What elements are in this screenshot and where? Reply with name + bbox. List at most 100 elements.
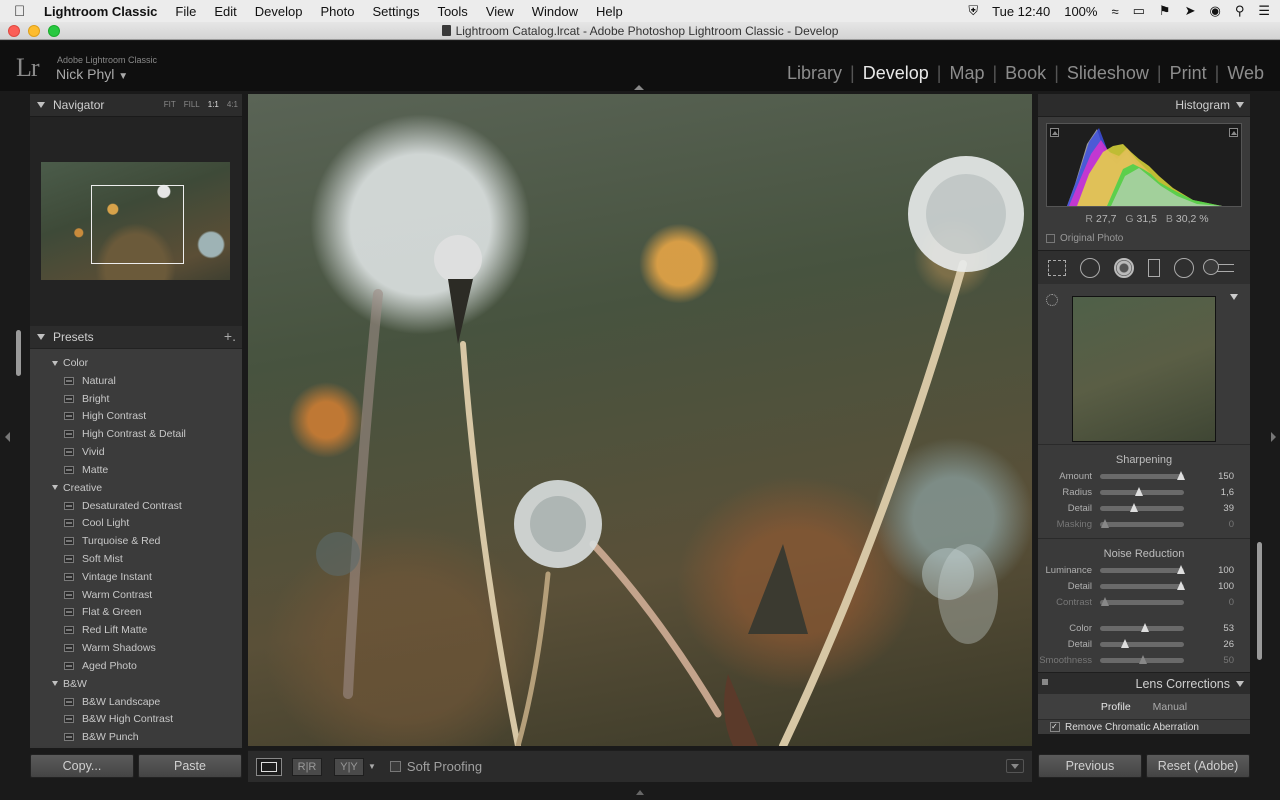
detail-preview-toggle-icon[interactable] [1230, 294, 1238, 300]
zoom-fit[interactable]: FIT [164, 100, 176, 109]
checkmark-icon[interactable]: ✓ [1050, 722, 1060, 732]
module-web[interactable]: Web [1221, 63, 1270, 84]
preset-item[interactable]: High Contrast [30, 408, 242, 426]
navigator-header[interactable]: Navigator FIT FILL 1:1 4:1 [30, 94, 242, 116]
remove-chromatic-aberration-row[interactable]: ✓ Remove Chromatic Aberration [1038, 720, 1250, 734]
zoom-4-1[interactable]: 4:1 [227, 100, 238, 109]
preset-item[interactable]: Flat & Green [30, 604, 242, 622]
menu-settings[interactable]: Settings [372, 4, 419, 19]
soft-proofing-label[interactable]: Soft Proofing [407, 759, 482, 774]
module-book[interactable]: Book [999, 63, 1052, 84]
target-adjust-icon[interactable] [1046, 294, 1058, 306]
slider-thumb[interactable] [1101, 518, 1110, 528]
tab-profile[interactable]: Profile [1101, 701, 1131, 713]
preset-item[interactable]: Red Lift Matte [30, 621, 242, 639]
red-eye-icon[interactable] [1114, 257, 1134, 278]
loupe-view-button[interactable] [256, 757, 282, 776]
apple-menu-icon[interactable]:  [14, 3, 36, 20]
soft-proofing-checkbox[interactable] [389, 761, 401, 772]
presets-header[interactable]: Presets +. [30, 326, 242, 348]
preset-item[interactable]: Vintage Instant [30, 568, 242, 586]
tab-manual[interactable]: Manual [1153, 701, 1187, 713]
menu-edit[interactable]: Edit [214, 4, 236, 19]
preset-item[interactable]: Warm Shadows [30, 639, 242, 657]
zoom-1-1[interactable]: 1:1 [208, 100, 219, 109]
slider-value[interactable]: 0 [1184, 597, 1234, 608]
user-name[interactable]: Nick Phyl ▼ [56, 66, 128, 82]
search-icon[interactable]: ⚲ [1235, 3, 1245, 19]
preset-folder[interactable]: B&W [30, 675, 242, 693]
close-button[interactable] [8, 25, 20, 37]
collapse-left-panel-arrow[interactable] [5, 432, 10, 442]
preset-item[interactable]: Desaturated Contrast [30, 497, 242, 515]
before-after-button[interactable]: R|R [292, 757, 322, 776]
slider-thumb[interactable] [1176, 470, 1185, 480]
module-slideshow[interactable]: Slideshow [1061, 63, 1155, 84]
menu-tools[interactable]: Tools [437, 4, 467, 19]
navigator-view-rect[interactable] [91, 185, 184, 264]
preset-item[interactable]: Soft Mist [30, 550, 242, 568]
previous-button[interactable]: Previous [1038, 754, 1142, 778]
preset-item[interactable]: Warm Contrast [30, 586, 242, 604]
graduated-filter-icon[interactable] [1148, 258, 1160, 277]
slider-track[interactable] [1100, 596, 1184, 606]
adjustment-brush-icon[interactable] [1203, 258, 1234, 275]
toolbar-content-menu[interactable] [1006, 759, 1024, 773]
zoom-button[interactable] [48, 25, 60, 37]
slider-track[interactable] [1100, 518, 1184, 528]
preset-item[interactable]: Cool Light [30, 515, 242, 533]
paste-button[interactable]: Paste [138, 754, 242, 778]
original-photo-checkbox[interactable] [1046, 234, 1055, 243]
slider-value[interactable]: 50 [1184, 655, 1234, 666]
slider-value[interactable]: 1,6 [1184, 487, 1234, 498]
slider-value[interactable]: 39 [1184, 503, 1234, 514]
slider-value[interactable]: 53 [1184, 623, 1234, 634]
module-print[interactable]: Print [1164, 63, 1213, 84]
collapse-top-panel-arrow[interactable] [634, 85, 644, 90]
radial-filter-icon[interactable] [1174, 257, 1194, 278]
menu-app-name[interactable]: Lightroom Classic [44, 4, 157, 19]
siri-icon[interactable]: ◉ [1209, 3, 1220, 19]
input-source-icon[interactable]: ⚑ [1159, 3, 1171, 19]
lens-corrections-header[interactable]: Lens Corrections [1038, 672, 1250, 694]
module-develop[interactable]: Develop [857, 63, 935, 84]
slider-thumb[interactable] [1176, 564, 1185, 574]
preset-item[interactable]: Aged Photo [30, 657, 242, 675]
menu-view[interactable]: View [486, 4, 514, 19]
display-icon[interactable]: ▭ [1133, 3, 1145, 19]
menu-photo[interactable]: Photo [320, 4, 354, 19]
slider-thumb[interactable] [1134, 486, 1143, 496]
preset-item[interactable]: B&W High Contrast [30, 711, 242, 729]
slider-value[interactable]: 100 [1184, 581, 1234, 592]
slider-value[interactable]: 0 [1184, 519, 1234, 530]
preset-item[interactable]: Turquoise & Red [30, 532, 242, 550]
slider-thumb[interactable] [1176, 580, 1185, 590]
clock[interactable]: Tue 12:40 [992, 4, 1050, 19]
battery-level[interactable]: 100% [1064, 4, 1097, 19]
preset-folder[interactable]: Creative [30, 479, 242, 497]
slider-value[interactable]: 100 [1184, 565, 1234, 576]
add-preset-button[interactable]: +. [224, 328, 236, 344]
preset-item[interactable]: High Contrast & Detail [30, 425, 242, 443]
preset-item[interactable]: B&W Landscape [30, 693, 242, 711]
navigator-thumbnail[interactable] [41, 162, 230, 280]
wifi-icon[interactable]: ≈ [1111, 4, 1118, 19]
slider-track[interactable] [1100, 622, 1184, 632]
slider-track[interactable] [1100, 638, 1184, 648]
before-after-split-button[interactable]: Y|Y [334, 757, 364, 776]
collapse-right-panel-arrow[interactable] [1271, 432, 1276, 442]
preset-item[interactable]: B&W Punch [30, 728, 242, 746]
slider-track[interactable] [1100, 654, 1184, 664]
detail-preview-thumbnail[interactable] [1072, 296, 1216, 442]
slider-track[interactable] [1100, 470, 1185, 480]
telegram-icon[interactable]: ➤ [1185, 3, 1196, 19]
panel-switch-icon[interactable] [1042, 679, 1048, 685]
histogram-graph[interactable] [1046, 123, 1242, 207]
slider-thumb[interactable] [1130, 502, 1139, 512]
menu-develop[interactable]: Develop [255, 4, 303, 19]
main-photo-canvas[interactable] [248, 94, 1032, 746]
menu-list-icon[interactable]: ☰ [1258, 3, 1270, 19]
shield-icon[interactable]: ⛨ [968, 3, 978, 19]
module-library[interactable]: Library [781, 63, 848, 84]
slider-thumb[interactable] [1121, 638, 1130, 648]
